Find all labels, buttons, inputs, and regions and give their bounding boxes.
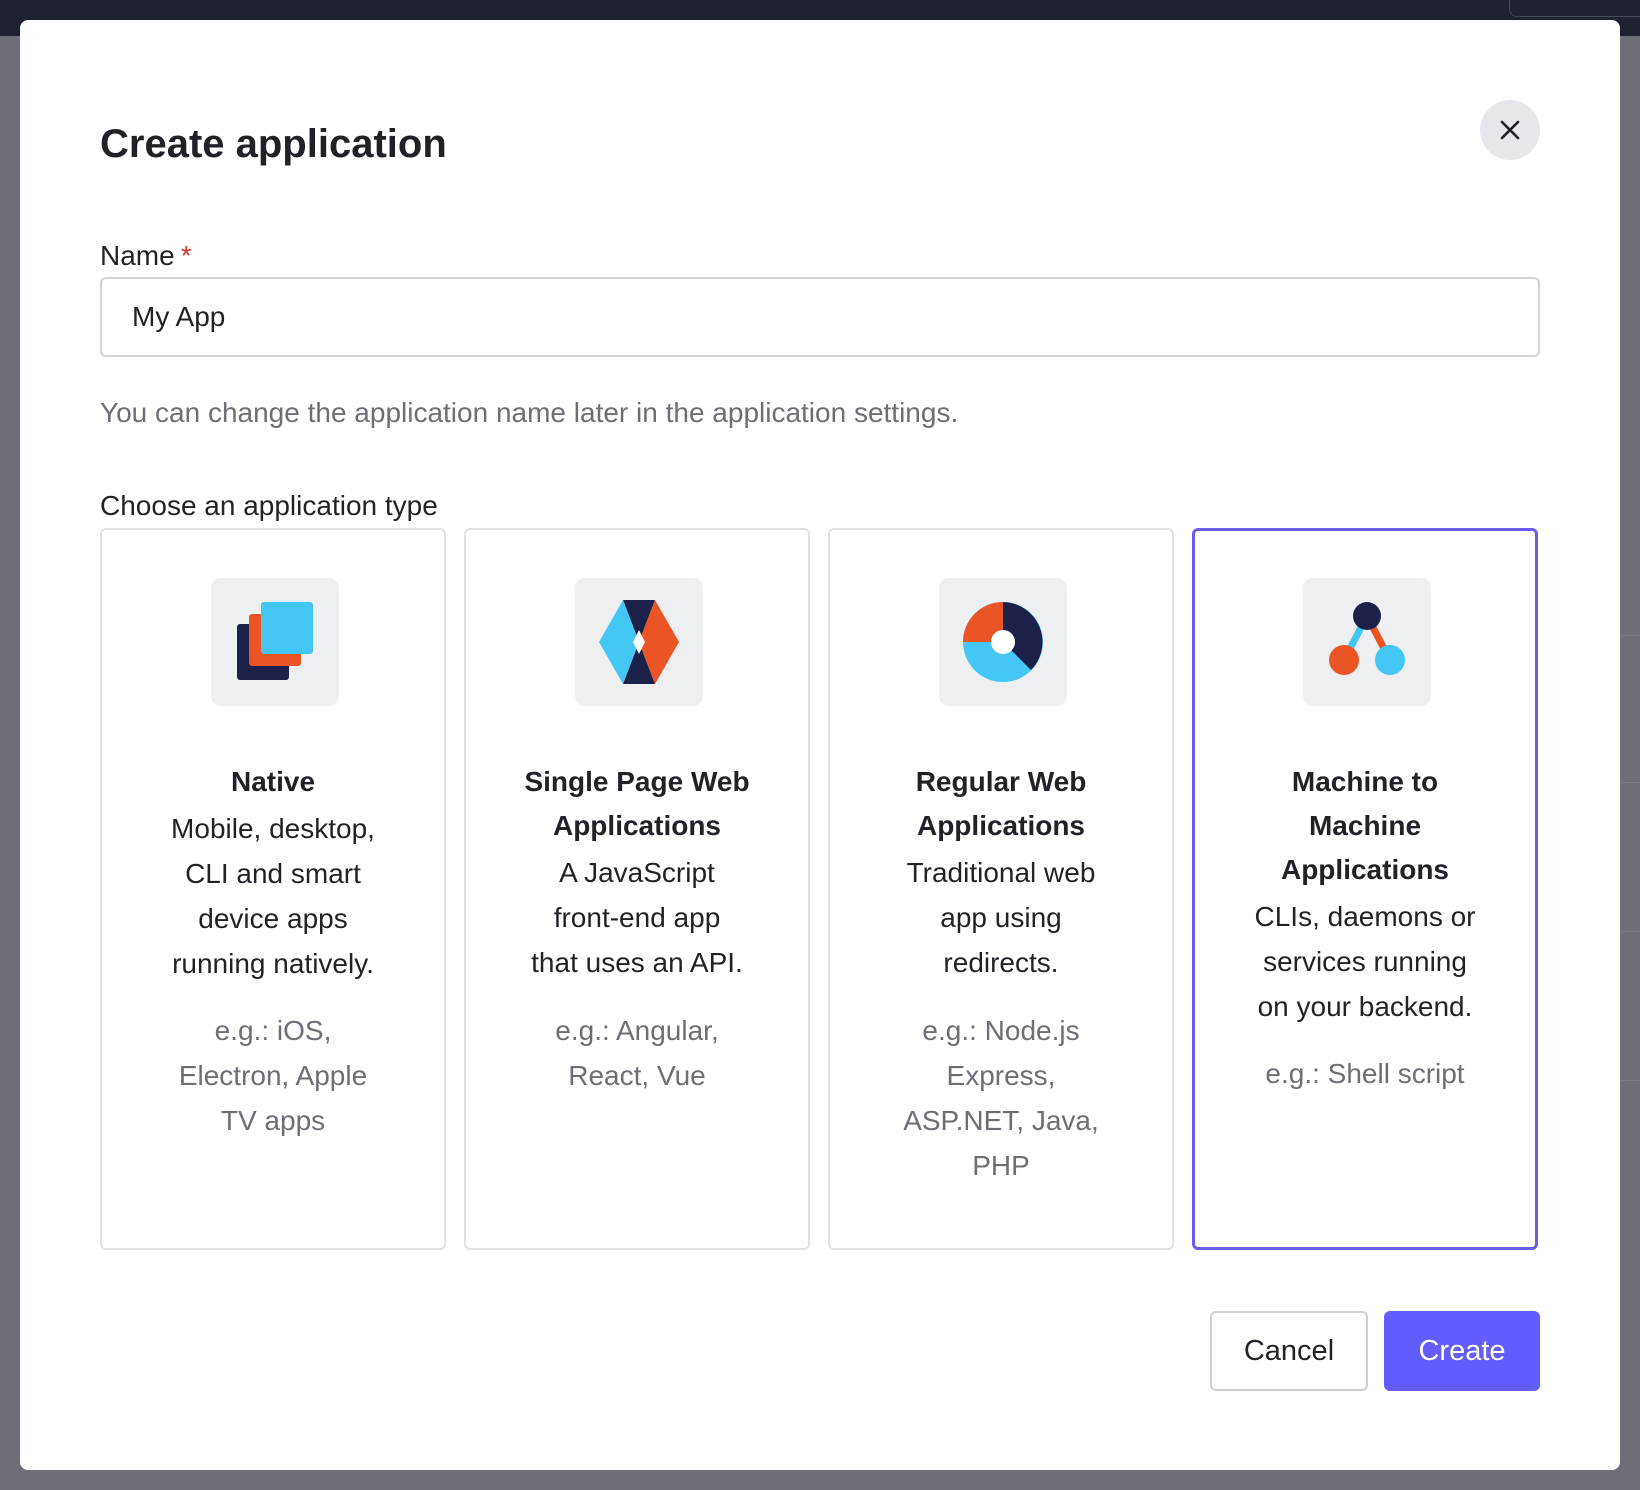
- card-title: Single Page Web Applications: [524, 766, 750, 841]
- card-title: Regular Web Applications: [915, 766, 1087, 841]
- card-examples: e.g.: Angular, React, Vue: [555, 1015, 719, 1091]
- regular-web-icon: [939, 578, 1067, 706]
- application-type-options: Native Mobile, desktop, CLI and smart de…: [100, 528, 1540, 1250]
- card-description: Mobile, desktop, CLI and smart device ap…: [171, 813, 375, 979]
- create-button[interactable]: Create: [1384, 1311, 1540, 1391]
- app-type-card-native[interactable]: Native Mobile, desktop, CLI and smart de…: [100, 528, 446, 1250]
- name-label: Name *: [100, 236, 192, 276]
- name-hint: You can change the application name late…: [100, 397, 959, 428]
- card-title: Native: [230, 766, 316, 797]
- m2m-icon: [1303, 578, 1431, 706]
- cancel-button[interactable]: Cancel: [1210, 1311, 1368, 1391]
- name-label-text: Name: [100, 240, 175, 271]
- dialog-title: Create application: [100, 122, 447, 166]
- create-application-dialog: Create application Name* You can change …: [20, 20, 1620, 1470]
- card-description: Traditional web app using redirects.: [906, 857, 1096, 978]
- app-type-card-regular-web[interactable]: Regular Web Applications Traditional web…: [828, 528, 1174, 1250]
- card-examples: e.g.: Shell script: [1265, 1058, 1465, 1089]
- spa-icon: [575, 578, 703, 706]
- application-type-heading: Choose an application type: [100, 490, 438, 521]
- card-description: CLIs, daemons or services running on you…: [1254, 901, 1476, 1022]
- app-type-card-spa[interactable]: Single Page Web Applications A JavaScrip…: [464, 528, 810, 1250]
- required-asterisk: *: [180, 240, 192, 271]
- name-input[interactable]: [100, 277, 1540, 357]
- close-button[interactable]: [1480, 100, 1540, 160]
- close-icon: [1500, 120, 1520, 140]
- card-title: Machine to Machine Applications: [1280, 766, 1449, 885]
- top-bar-control: [1509, 0, 1640, 17]
- card-examples: e.g.: Node.js Express, ASP.NET, Java, PH…: [903, 1015, 1099, 1181]
- card-description: A JavaScript front-end app that uses an …: [531, 857, 743, 978]
- native-icon: [211, 578, 339, 706]
- card-examples: e.g.: iOS, Electron, Apple TV apps: [178, 1015, 368, 1136]
- app-type-card-machine-to-machine[interactable]: Machine to Machine Applications CLIs, da…: [1192, 528, 1538, 1250]
